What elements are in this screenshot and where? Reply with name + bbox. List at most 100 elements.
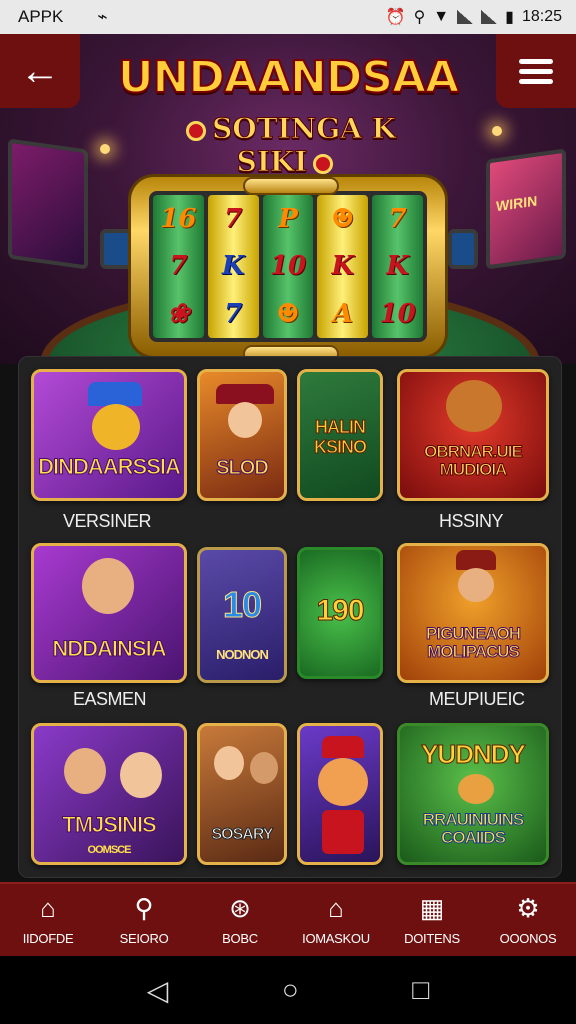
nav-settings[interactable]: ⚙ OOONOS [480,884,576,956]
game-title: DINDAARSSIA [38,454,182,480]
usb-icon: ⌁ [97,7,108,26]
gear-icon: ⚙ [516,893,540,923]
game-tile[interactable]: TMJSINIS OOMSCE [31,723,187,865]
location-icon: ⚲ [413,9,426,26]
reel-4: ☻ K A [317,195,369,338]
row-caption: VERSINER [63,511,152,531]
bear-icon [318,758,368,806]
reel-2: 7 K 7 [207,195,259,338]
game-tile[interactable]: SLOD [197,369,287,501]
row-caption: HSSINY [439,511,504,531]
reel-symbol: K [221,251,245,282]
reel-symbol: 7 [388,203,407,234]
nav-events[interactable]: ▦ DOITENS [384,884,480,956]
character-body [322,810,364,854]
game-tile[interactable]: HALIN KSINO [297,369,383,501]
character-icon [82,558,134,614]
nav-search[interactable]: ⚲ SEIORO [96,884,192,956]
screen-text: WIRIN [496,192,538,215]
signal-icon-2 [481,10,498,24]
character-icon [120,752,162,798]
nav-home[interactable]: ⌂ IIDOFDE [0,884,96,956]
character-icon [92,404,140,450]
game-subtitle: OOMSCE [87,844,132,856]
game-tile[interactable]: NDDAINSIA [31,543,187,683]
page-subtitle: SOTINGA K SIKI [140,112,436,179]
status-app-name: APPK [18,7,64,26]
page-title: UNDAANDSAA [117,51,460,104]
system-nav-bar: ◁ ○ □ [0,956,576,1024]
character-icon [250,752,278,784]
wifi-icon: ▼ [433,8,450,25]
back-arrow-icon: ← [20,49,60,93]
game-tile[interactable]: PIGUNEAOH MOLIPACUS [397,543,549,683]
ceiling-lamp [492,126,502,136]
home-icon: ⌂ [40,893,56,923]
hamburger-menu-icon [519,54,553,89]
coin-icon [313,153,334,174]
slot-machine: 16 7 ❀ 7 K 7 P 10 ☻ ☻ K A 7 K 10 [128,174,448,363]
game-tile[interactable]: 10 NODNON [197,547,287,683]
nav-label: BOBC [222,930,258,946]
game-title: SOSARY [211,826,274,844]
nav-promotions[interactable]: ⌂ IOMASKOU [288,884,384,956]
nav-label: IOMASKOU [302,930,370,946]
nav-chip[interactable]: ⊛ BOBC [192,884,288,956]
bottom-nav: ⌂ IIDOFDE ⚲ SEIORO ⊛ BOBC ⌂ IOMASKOU ▦ D… [0,882,576,956]
game-tile[interactable]: SOSARY [197,723,287,865]
character-icon [228,402,262,438]
nav-label: IIDOFDE [22,930,74,946]
reel-symbol: ☻ [331,203,355,234]
slot-reels: 16 7 ❀ 7 K 7 P 10 ☻ ☻ K A 7 K 10 [149,191,427,342]
status-time: 18:25 [521,8,562,25]
system-recents-icon[interactable]: □ [412,974,429,1006]
nav-label: SEIORO [119,930,169,946]
background-monitor [448,229,478,269]
character-icon [458,568,494,602]
row-caption: EASMEN [73,689,147,709]
system-home-icon[interactable]: ○ [282,974,299,1006]
game-title: OBRNAR.UIE MUDIOIA [424,441,524,480]
game-title: NDDAINSIA [52,636,167,662]
character-hat [216,384,274,404]
game-title: 190 [316,594,365,628]
row-caption: MEUPIUEIC [429,689,525,709]
game-subtitle: NODNON [216,647,269,662]
background-slot-screen: WIRIN [486,148,566,270]
character-icon [214,746,244,780]
reel-symbol: 10 [269,251,307,282]
reel-5: 7 K 10 [372,195,423,338]
reel-symbol: K [386,251,409,282]
game-title: HALIN KSINO [313,417,367,458]
menu-button[interactable] [496,34,576,108]
reel-symbol: ❀ [167,299,190,330]
search-icon: ⚲ [134,893,154,923]
reel-symbol: 7 [224,299,243,330]
subtitle-text: SOTINGA K SIKI [212,112,397,179]
alarm-icon: ⏰ [385,9,406,26]
game-grid: DINDAARSSIA SLOD HALIN KSINO OBRNAR.UIE … [18,356,562,878]
chip-icon: ⊛ [229,893,251,923]
slot-top-trim [243,177,339,195]
hero-banner: WIRIN 16 7 ❀ 7 K 7 P 10 ☻ ☻ K A 7 K 10 U… [0,34,576,364]
back-button[interactable]: ← [0,34,80,108]
reel-symbol: 7 [169,251,188,282]
system-back-icon[interactable]: ◁ [147,974,169,1007]
reel-symbol: 10 [379,299,416,330]
game-tile[interactable]: 190 [297,547,383,679]
bear-icon [446,380,502,432]
reel-symbol: K [331,251,355,282]
game-tile[interactable]: DINDAARSSIA [31,369,187,501]
character-hat [88,382,142,406]
reel-symbol: A [332,299,353,330]
game-tile[interactable]: OBRNAR.UIE MUDIOIA [397,369,549,501]
game-tile[interactable] [297,723,383,865]
game-tile[interactable]: YUDNDY RRAUINIUINS COAIIDS [397,723,549,865]
game-subtitle: RRAUINIUINS COAIIDS [422,809,524,848]
ceiling-lamp [100,144,110,154]
reel-3: P 10 ☻ [262,195,314,338]
game-title: 10 [222,584,262,626]
signal-icon [457,10,474,24]
character-hat [456,550,496,570]
character-hat [322,736,364,758]
